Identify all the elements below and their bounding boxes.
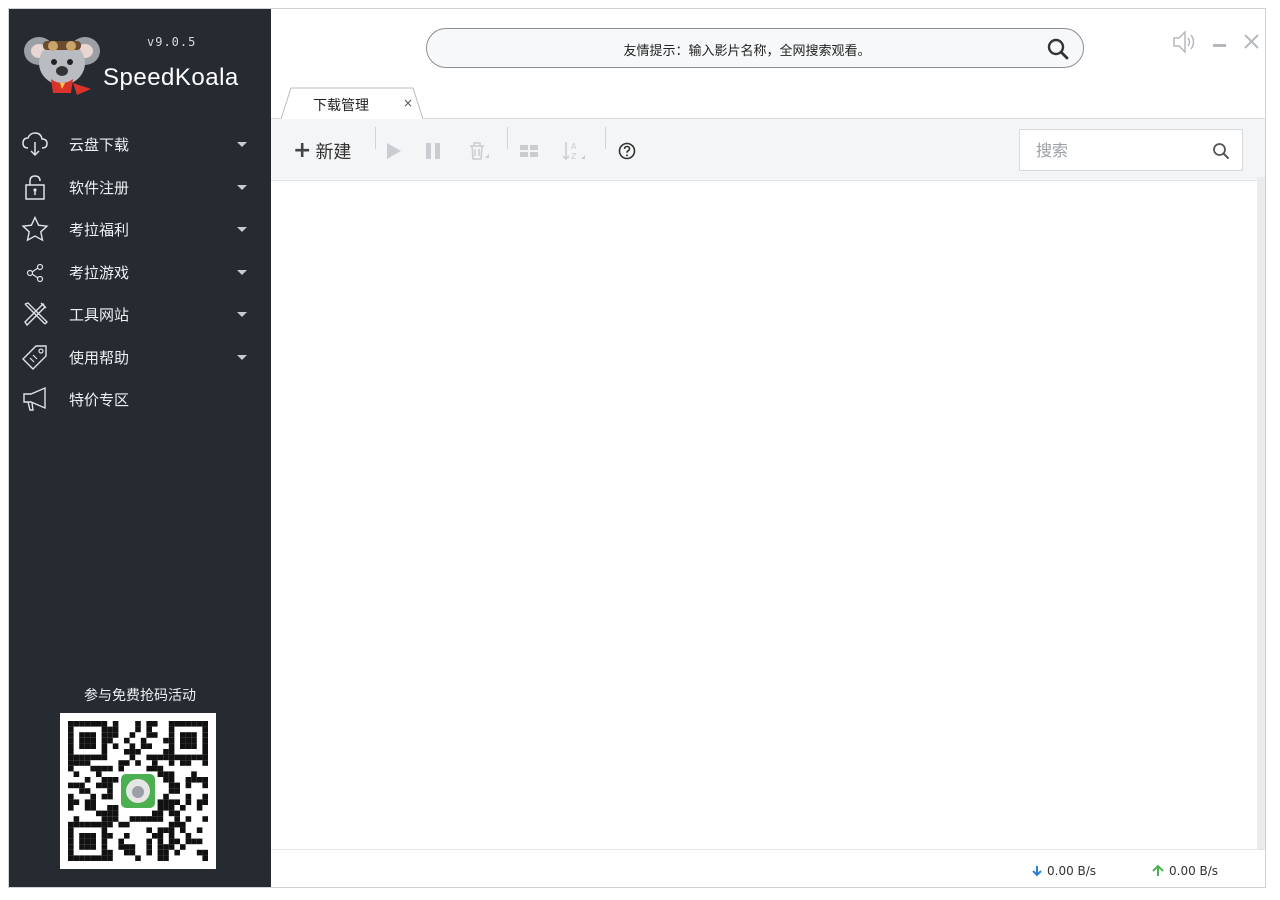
tag-icon — [22, 344, 47, 370]
sidebar-item-koala-welfare[interactable]: 考拉福利 — [9, 208, 271, 251]
sidebar-item-label: 云盘下载 — [69, 136, 130, 154]
sidebar-item-label: 使用帮助 — [69, 348, 130, 367]
minimize-icon[interactable] — [1207, 29, 1233, 55]
global-search-bar[interactable]: 友情提示：输入影片名称，全网搜索观看。 — [426, 28, 1084, 68]
tab-close-icon[interactable]: × — [403, 96, 413, 110]
svg-text:Z: Z — [571, 152, 577, 161]
sidebar-item-label: 特价专区 — [69, 391, 130, 409]
download-list-area[interactable] — [271, 182, 1265, 849]
new-download-button[interactable]: + 新建 — [293, 138, 352, 164]
toolbar-divider — [375, 127, 376, 149]
download-speed-value: 0.00 B/s — [1047, 864, 1097, 878]
share-icon — [26, 263, 44, 282]
chevron-down-icon — [237, 312, 247, 317]
sidebar-item-special-offers[interactable]: 特价专区 — [9, 378, 271, 421]
cloud-download-icon — [22, 132, 48, 157]
delete-icon[interactable] — [465, 139, 489, 163]
search-icon[interactable] — [1212, 142, 1230, 160]
download-speed: 0.00 B/s — [1031, 864, 1096, 878]
sidebar-item-help[interactable]: 使用帮助 — [9, 336, 271, 379]
tab-download-manager[interactable]: 下载管理 × — [281, 87, 423, 119]
header: 友情提示：输入影片名称，全网搜索观看。 下载管理 × — [271, 9, 1265, 119]
plus-icon: + — [293, 138, 312, 163]
upload-speed-value: 0.00 B/s — [1169, 864, 1219, 878]
upload-speed: 0.00 B/s — [1151, 864, 1218, 878]
window-controls — [1171, 29, 1265, 59]
close-icon[interactable] — [1239, 29, 1265, 55]
download-search-input[interactable] — [1020, 130, 1200, 170]
upload-arrow-icon — [1152, 865, 1164, 876]
promo-text: 参与免费抢码活动 — [84, 688, 196, 704]
toolbar: + 新建 A Z 搜索 — [271, 119, 1265, 181]
sidebar-item-label: 软件注册 — [69, 178, 130, 197]
search-hint: 友情提示：输入影片名称，全网搜索观看。 — [623, 44, 871, 59]
sidebar-item-label: 考拉福利 — [69, 221, 130, 239]
main-panel: 友情提示：输入影片名称，全网搜索观看。 下载管理 × + 新建 A Z 搜索 0… — [271, 9, 1265, 887]
sidebar-menu: 云盘下载 软件注册 考拉福利 考拉游戏 工具网站 使用帮助 特价专区 — [9, 123, 271, 421]
chevron-down-icon — [237, 227, 247, 232]
lock-icon — [25, 174, 45, 200]
chevron-down-icon — [237, 354, 247, 360]
status-bar: 0.00 B/s 0.00 B/s — [271, 849, 1265, 887]
qr-code-image — [68, 721, 208, 861]
app-name: SpeedKoala — [103, 64, 239, 91]
app-window: v9.0.5 SpeedKoala 云盘下载 软件注册 考拉福利 考拉游戏 工具… — [8, 8, 1266, 888]
tab-label: 下载管理 — [313, 98, 369, 114]
chevron-down-icon — [237, 184, 247, 190]
download-arrow-icon — [1032, 866, 1042, 877]
download-search-box — [1019, 129, 1243, 171]
grid-view-icon[interactable] — [517, 139, 541, 163]
sidebar-item-software-register[interactable]: 软件注册 — [9, 166, 271, 209]
toolbar-divider — [605, 127, 606, 149]
sidebar-item-label: 工具网站 — [69, 306, 130, 324]
chevron-down-icon — [237, 269, 247, 275]
sort-icon[interactable]: A Z — [561, 139, 585, 163]
new-button-label: 新建 — [315, 142, 352, 163]
version-label: v9.0.5 — [147, 35, 197, 49]
sidebar-item-tool-sites[interactable]: 工具网站 — [9, 293, 271, 336]
svg-text:A: A — [571, 142, 577, 151]
megaphone-icon — [23, 386, 46, 411]
sidebar-item-cloud-download[interactable]: 云盘下载 — [9, 123, 271, 166]
tools-icon — [24, 302, 48, 327]
sidebar-item-label: 考拉游戏 — [69, 263, 130, 282]
screen: v9.0.5 SpeedKoala 云盘下载 软件注册 考拉福利 考拉游戏 工具… — [0, 0, 1280, 900]
star-icon — [21, 216, 49, 242]
scrollbar[interactable] — [1257, 177, 1265, 849]
sidebar-item-koala-games[interactable]: 考拉游戏 — [9, 251, 271, 294]
koala-logo — [24, 37, 100, 95]
play-icon[interactable] — [381, 139, 405, 163]
sidebar: v9.0.5 SpeedKoala 云盘下载 软件注册 考拉福利 考拉游戏 工具… — [9, 9, 271, 887]
chevron-down-icon — [237, 142, 247, 147]
pause-icon[interactable] — [421, 139, 445, 163]
help-icon[interactable] — [615, 139, 639, 163]
qr-code[interactable] — [60, 713, 216, 869]
speaker-icon[interactable] — [1171, 29, 1197, 55]
toolbar-divider — [507, 127, 508, 149]
brand-header: v9.0.5 SpeedKoala — [9, 9, 271, 119]
search-icon[interactable] — [1047, 38, 1069, 60]
